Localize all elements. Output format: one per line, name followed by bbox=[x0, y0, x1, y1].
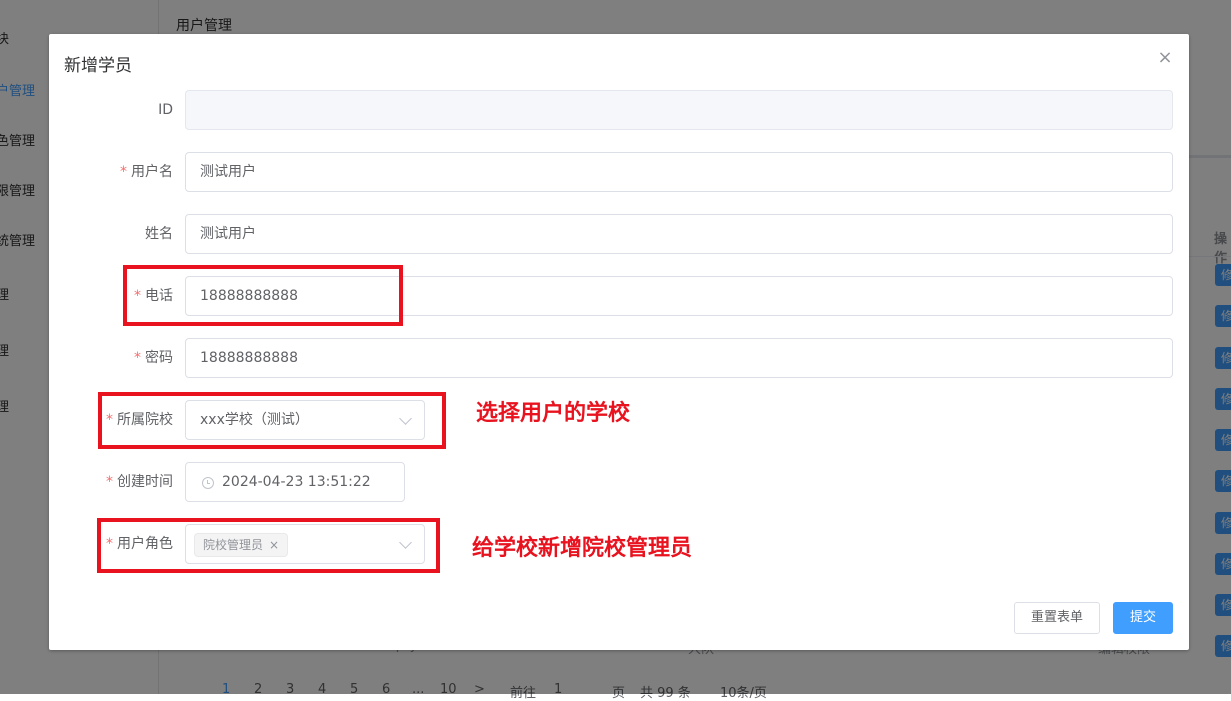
required-mark: * bbox=[134, 350, 141, 366]
close-icon[interactable]: × bbox=[1155, 48, 1175, 68]
chevron-down-icon bbox=[399, 536, 412, 549]
field-label: * 所属院校 bbox=[106, 412, 173, 428]
field-label: * 电话 bbox=[134, 288, 173, 304]
field-label: * 用户名 bbox=[120, 164, 173, 180]
role-tag: 院校管理员 × bbox=[194, 533, 289, 557]
dialog-title: 新增学员 bbox=[64, 56, 132, 76]
role-multi-select[interactable]: 院校管理员 × bbox=[185, 524, 425, 564]
form-row-created: * 创建时间 2024-04-23 13:51:22 bbox=[49, 462, 1189, 502]
role-tag-label: 院校管理员 bbox=[203, 538, 264, 552]
field-label: * 用户角色 bbox=[106, 536, 173, 552]
clock-icon bbox=[202, 477, 214, 489]
required-mark: * bbox=[106, 412, 113, 428]
annotation-school-note: 选择用户的学校 bbox=[476, 401, 631, 426]
phone-input[interactable]: 18888888888 bbox=[185, 276, 1173, 316]
form-row-id: ID bbox=[49, 90, 1189, 130]
required-mark: * bbox=[134, 288, 141, 304]
created-time-value: 2024-04-23 13:51:22 bbox=[222, 474, 371, 490]
created-time-picker[interactable]: 2024-04-23 13:51:22 bbox=[185, 462, 405, 502]
form-row-username: * 用户名 测试用户 bbox=[49, 152, 1189, 192]
required-mark: * bbox=[106, 536, 113, 552]
id-field bbox=[185, 90, 1173, 130]
field-label: * 创建时间 bbox=[106, 474, 173, 490]
submit-button[interactable]: 提交 bbox=[1113, 602, 1173, 634]
annotation-role-note: 给学校新增院校管理员 bbox=[472, 536, 693, 561]
reset-form-button[interactable]: 重置表单 bbox=[1014, 602, 1100, 634]
password-input[interactable]: 18888888888 bbox=[185, 338, 1173, 378]
field-label: * 密码 bbox=[134, 350, 173, 366]
name-input[interactable]: 测试用户 bbox=[185, 214, 1173, 254]
chevron-down-icon bbox=[399, 412, 412, 425]
tag-close-icon[interactable]: × bbox=[269, 538, 279, 552]
form-row-name: 姓名 测试用户 bbox=[49, 214, 1189, 254]
field-label: ID bbox=[158, 102, 173, 118]
form-row-password: * 密码 18888888888 bbox=[49, 338, 1189, 378]
form-row-phone: * 电话 18888888888 bbox=[49, 276, 1189, 316]
required-mark: * bbox=[106, 474, 113, 490]
username-input[interactable]: 测试用户 bbox=[185, 152, 1173, 192]
school-select[interactable]: xxx学校（测试） bbox=[185, 400, 425, 440]
field-label: 姓名 bbox=[145, 226, 173, 242]
school-select-value: xxx学校（测试） bbox=[200, 412, 309, 428]
required-mark: * bbox=[120, 164, 127, 180]
